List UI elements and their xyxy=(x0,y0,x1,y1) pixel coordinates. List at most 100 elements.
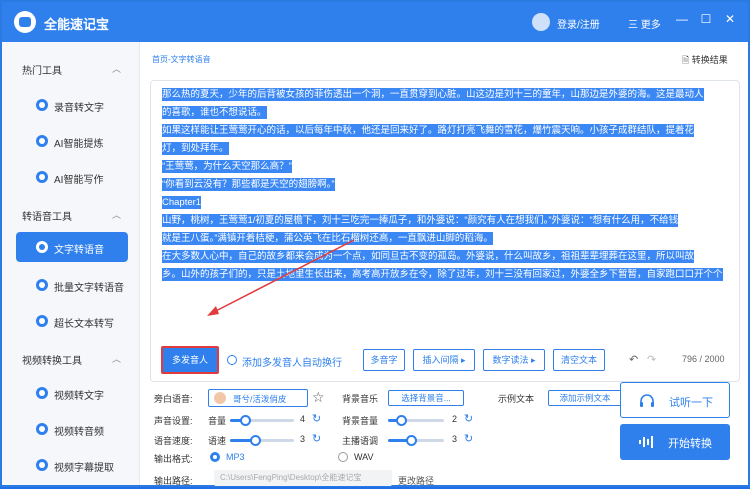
mp3-radio[interactable] xyxy=(210,452,220,462)
sidebar-item-ai-extract[interactable]: AI智能提炼 xyxy=(16,126,128,156)
volume-section-label: 声音设置: xyxy=(154,416,193,426)
bg-volume-label: 背景音量 xyxy=(342,416,379,426)
sidebar-item-label: 视频转文字 xyxy=(54,391,104,402)
sidebar-item-record-to-text[interactable]: 录音转文字 xyxy=(16,90,128,120)
section-video-tools[interactable]: 视频转换工具 xyxy=(22,352,82,367)
tone-slider[interactable] xyxy=(388,435,444,446)
text-line: 山野，桃树，王莺莺1/初夏的屋檐下，刘十三吃完一捧瓜子，和外婆说：“颜究有人在想… xyxy=(162,214,679,227)
subtitle-icon xyxy=(36,459,48,471)
login-link[interactable]: 登录/注册 xyxy=(557,16,600,31)
minimize-icon[interactable]: — xyxy=(674,12,690,26)
text-line: 如果这样能让王莺莺开心的话，以后每年中秋，他还是回来好了。路灯打亮飞舞的雪花，爆… xyxy=(162,124,695,137)
text-line: Chapter1 xyxy=(162,196,202,209)
bg-volume-slider-handle[interactable] xyxy=(396,415,407,426)
text-line: “你看到云没有？那些都是天空的翅膀啊。” xyxy=(162,178,335,191)
sidebar-item-text-to-speech[interactable]: 文字转语音 xyxy=(16,232,128,262)
refresh-icon[interactable]: ↻ xyxy=(312,412,321,425)
clear-text-button[interactable]: 清空文本 xyxy=(553,349,605,371)
insert-pause-button[interactable]: 插入间隔 ▸ xyxy=(413,349,475,371)
ai-write-icon xyxy=(36,171,48,183)
close-icon[interactable]: ✕ xyxy=(722,12,738,26)
output-path-field[interactable]: C:\Users\FengPing\Desktop\全能速记宝 xyxy=(214,470,392,486)
sidebar-item-label: 超长文本转写 xyxy=(54,319,114,330)
sidebar-item-label: 批量文字转语音 xyxy=(54,283,124,294)
breadcrumb[interactable]: 首页-文字转语音 xyxy=(152,54,211,65)
bg-volume-slider[interactable] xyxy=(388,415,444,426)
voice-selector[interactable]: 哥兮/活泼俏皮 xyxy=(208,389,308,407)
text-line: “王莺莺，为什么天空那么高？” xyxy=(162,160,292,173)
sidebar-item-video-to-audio[interactable]: 视频转音频 xyxy=(16,414,128,444)
more-menu-button[interactable]: 三 更多 xyxy=(628,16,661,31)
sample-text-label: 示例文本 xyxy=(498,394,535,404)
title-bar: 全能速记宝 登录/注册 三 更多 — ☐ ✕ xyxy=(2,2,748,42)
voice-label: 旁白语音: xyxy=(154,394,193,404)
volume-value: 4 xyxy=(300,414,306,424)
sidebar-item-video-to-text[interactable]: 视频转文字 xyxy=(16,378,128,408)
speed-label: 语速 xyxy=(208,436,227,446)
wav-radio[interactable] xyxy=(338,452,348,462)
section-tts-tools[interactable]: 转语音工具 xyxy=(22,208,72,223)
refresh-icon[interactable]: ↻ xyxy=(464,432,473,445)
digit-read-button[interactable]: 数字读法 ▸ xyxy=(483,349,545,371)
text-line: 的喜歌，谁也不想说话。 xyxy=(162,106,267,119)
speed-slider[interactable] xyxy=(230,435,294,446)
volume-label: 音量 xyxy=(208,416,227,426)
volume-slider[interactable] xyxy=(230,415,294,426)
soundwave-icon xyxy=(639,436,653,448)
sidebar-item-ai-write[interactable]: AI智能写作 xyxy=(16,162,128,192)
wav-label[interactable]: WAV xyxy=(354,452,374,462)
sidebar-item-label: AI智能写作 xyxy=(54,175,104,186)
sidebar-item-label: 视频字幕提取 xyxy=(54,463,114,474)
format-label: 输出格式: xyxy=(154,454,193,464)
sidebar-item-batch-tts[interactable]: 批量文字转语音 xyxy=(16,270,128,300)
ai-extract-icon xyxy=(36,135,48,147)
mp3-label[interactable]: MP3 xyxy=(226,452,245,462)
preview-label: 试听一下 xyxy=(669,397,713,409)
video-text-icon xyxy=(36,387,48,399)
redo-icon[interactable]: ↷ xyxy=(647,353,656,366)
bgm-select-button[interactable]: 选择背景音... xyxy=(388,390,464,406)
refresh-icon[interactable]: ↻ xyxy=(464,412,473,425)
sidebar-item-long-text[interactable]: 超长文本转写 xyxy=(16,306,128,336)
change-path-link[interactable]: 更改路径 xyxy=(398,474,434,487)
chevron-up-icon[interactable]: ︿ xyxy=(112,62,121,75)
user-avatar-icon[interactable] xyxy=(532,13,550,31)
text-content[interactable]: 那么热的夏天，少年的后背被女孩的菲伤透出一个洞，一直贯穿到心脏。山这边是刘十三的… xyxy=(162,86,732,348)
chevron-up-icon[interactable]: ︿ xyxy=(112,208,121,221)
start-convert-button[interactable]: 开始转换 xyxy=(620,424,730,460)
long-text-icon xyxy=(36,315,48,327)
speed-slider-handle[interactable] xyxy=(250,435,261,446)
convert-result-link[interactable]: 🗎 转换结果 xyxy=(682,53,728,69)
auto-wrap-radio[interactable] xyxy=(227,355,237,365)
app-window: 全能速记宝 登录/注册 三 更多 — ☐ ✕ 热门工具 ︿ 录音转文字 AI智能… xyxy=(0,0,750,487)
multi-speaker-button[interactable]: 多发音人 xyxy=(161,346,219,374)
auto-wrap-label[interactable]: 添加多发音人自动换行 xyxy=(242,354,342,369)
refresh-icon[interactable]: ↻ xyxy=(312,432,321,445)
tone-slider-handle[interactable] xyxy=(406,435,417,446)
speed-value: 3 xyxy=(300,434,306,444)
sidebar-item-label: 录音转文字 xyxy=(54,103,104,114)
polyphone-button[interactable]: 多音字 xyxy=(363,349,405,371)
app-logo-icon xyxy=(14,11,36,33)
text-editor[interactable]: 那么热的夏天，少年的后背被女孩的菲伤透出一个洞，一直贯穿到心脏。山这边是刘十三的… xyxy=(150,80,740,382)
speed-section-label: 语音速度: xyxy=(154,436,193,446)
preview-button[interactable]: 试听一下 xyxy=(620,382,730,418)
record-icon xyxy=(36,99,48,111)
chevron-up-icon[interactable]: ︿ xyxy=(112,352,121,365)
text-line: 那么热的夏天，少年的后背被女孩的菲伤透出一个洞，一直贯穿到心脏。山这边是刘十三的… xyxy=(162,88,704,101)
batch-icon xyxy=(36,279,48,291)
editor-toolbar: 多发音人 添加多发音人自动换行 多音字 插入间隔 ▸ 数字读法 ▸ 清空文本 ↶… xyxy=(157,345,737,377)
tone-value: 3 xyxy=(452,434,458,444)
bgm-label: 背景音乐 xyxy=(342,394,379,404)
sidebar-item-label: AI智能提炼 xyxy=(54,139,104,150)
section-hot-tools[interactable]: 热门工具 xyxy=(22,62,62,77)
voice-value: 哥兮/活泼俏皮 xyxy=(233,394,287,404)
start-convert-label: 开始转换 xyxy=(668,438,712,450)
sidebar-item-subtitle-extract[interactable]: 视频字幕提取 xyxy=(16,450,128,480)
undo-icon[interactable]: ↶ xyxy=(629,353,638,366)
add-sample-button[interactable]: 添加示例文本 xyxy=(548,390,622,406)
volume-slider-handle[interactable] xyxy=(240,415,251,426)
text-line: 在大多数人心中，自己的故乡都来会成为一个点，如同旦古不变的孤岛。外婆说，什么叫故… xyxy=(162,250,695,263)
favorite-star-icon[interactable]: ☆ xyxy=(312,389,325,406)
maximize-icon[interactable]: ☐ xyxy=(698,12,714,26)
